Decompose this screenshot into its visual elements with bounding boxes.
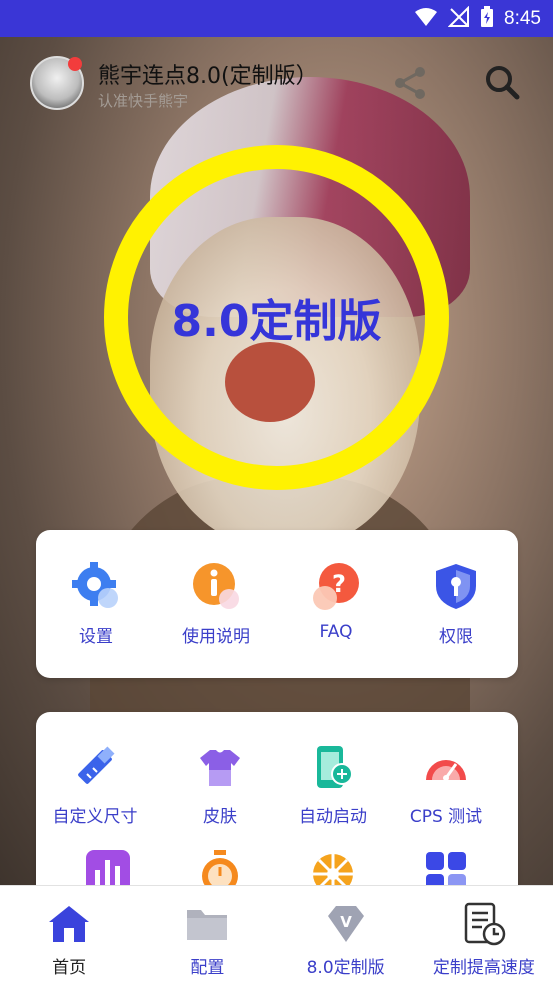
svg-text:V: V xyxy=(340,913,352,931)
question-icon: ? xyxy=(312,562,360,610)
folder-icon xyxy=(185,902,229,946)
bottom-nav: 首页 配置 V 8.0定制版 定制提高速度 xyxy=(0,885,553,983)
nav-config[interactable]: 配置 xyxy=(138,886,276,983)
tool-item-custom-size[interactable]: 自定义尺寸 xyxy=(35,744,155,827)
tools-card: 自定义尺寸 皮肤 自动启动 CPS 测试 xyxy=(36,712,518,912)
app-title: 熊宇连点8.0(定制版） xyxy=(98,64,318,89)
notification-dot xyxy=(68,57,82,71)
nav-label: 首页 xyxy=(52,958,87,978)
tool-item-label: 皮肤 xyxy=(203,807,237,827)
nav-speed-up[interactable]: 定制提高速度 xyxy=(415,886,553,983)
document-clock-icon xyxy=(462,902,506,946)
nav-label: 8.0定制版 xyxy=(306,958,385,978)
battery-icon xyxy=(480,5,494,32)
nav-label: 配置 xyxy=(190,958,225,978)
menu-item-label: FAQ xyxy=(319,622,353,642)
tool-item-cps-test[interactable]: CPS 测试 xyxy=(386,744,506,827)
app-header: 熊宇连点8.0(定制版） 认准快手熊宇 xyxy=(0,52,553,114)
gear-icon xyxy=(72,562,120,610)
nav-home[interactable]: 首页 xyxy=(0,886,138,983)
menu-item-faq[interactable]: ? FAQ xyxy=(276,562,396,642)
tool-item-label: 自动启动 xyxy=(299,807,367,827)
menu-item-settings[interactable]: 设置 xyxy=(36,562,156,647)
menu-item-label: 权限 xyxy=(439,627,473,647)
home-icon xyxy=(47,902,91,946)
tool-item-skin[interactable]: 皮肤 xyxy=(160,744,280,827)
share-icon[interactable] xyxy=(392,64,430,102)
status-bar: 8:45 xyxy=(0,0,553,37)
quick-menu-card: 设置 使用说明 ? FAQ 权限 xyxy=(36,530,518,678)
menu-item-label: 使用说明 xyxy=(182,627,250,647)
search-icon[interactable] xyxy=(482,62,522,102)
speedometer-icon xyxy=(422,744,470,792)
nav-label: 定制提高速度 xyxy=(432,958,535,978)
app-subtitle: 认准快手熊宇 xyxy=(98,92,189,110)
status-time: 8:45 xyxy=(504,7,541,29)
no-signal-icon xyxy=(447,5,470,32)
menu-item-label: 设置 xyxy=(79,627,113,647)
tshirt-icon xyxy=(196,744,244,792)
hero-ring-label: 8.0定制版 xyxy=(171,296,382,347)
nav-custom-edition[interactable]: V 8.0定制版 xyxy=(277,886,415,983)
tool-item-label: CPS 测试 xyxy=(409,807,483,827)
shield-key-icon xyxy=(432,562,480,610)
menu-item-permissions[interactable]: 权限 xyxy=(396,562,516,647)
tool-item-autostart[interactable]: 自动启动 xyxy=(273,744,393,827)
wifi-icon xyxy=(414,7,438,31)
ruler-pencil-icon xyxy=(71,744,119,792)
menu-item-instructions[interactable]: 使用说明 xyxy=(156,562,276,647)
tool-item-label: 自定义尺寸 xyxy=(52,807,138,827)
diamond-v-icon: V xyxy=(324,902,368,946)
phone-link-icon xyxy=(309,744,357,792)
info-icon xyxy=(192,562,240,610)
